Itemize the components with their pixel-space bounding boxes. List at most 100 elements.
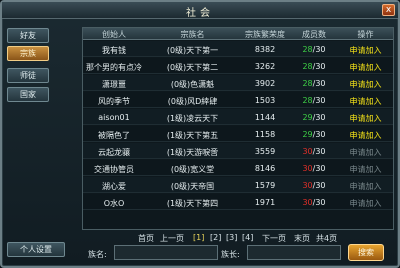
- founder-cell: 那个男的有点冷: [86, 63, 142, 72]
- member-count-cell: 28/30: [290, 45, 338, 54]
- apply-join-button[interactable]: 申请加入: [338, 62, 393, 73]
- search-button-label: 搜索: [358, 248, 374, 257]
- founder-cell: 交通协管员: [94, 165, 134, 174]
- page-link-3[interactable]: [3]: [226, 233, 237, 242]
- first-page-link[interactable]: 首页: [138, 233, 154, 244]
- apply-join-button[interactable]: 申请加入: [338, 79, 393, 90]
- close-button[interactable]: x: [382, 4, 395, 16]
- table-row[interactable]: aison01 (1级)凌云天下 1144 29/30 申请加入: [83, 109, 393, 125]
- nav-tab-friends[interactable]: 好友: [7, 28, 49, 43]
- clan-name-cell: (0级)色潇魁: [170, 80, 215, 89]
- table-row[interactable]: 风的季节 (0级)风D緈肆 1503 28/30 申请加入: [83, 92, 393, 108]
- last-page-link[interactable]: 末页: [294, 233, 310, 244]
- nav-tab-clan[interactable]: 宗族: [7, 46, 49, 61]
- founder-cell: aison01: [98, 113, 130, 122]
- member-capacity: 30: [315, 181, 326, 190]
- founder-cell: 被隔色了: [98, 131, 130, 140]
- apply-join-button[interactable]: 申请加入: [338, 96, 393, 107]
- member-count: 28: [302, 79, 313, 88]
- apply-join-button[interactable]: 申请加入: [338, 113, 393, 124]
- member-capacity: 30: [315, 198, 326, 207]
- table-row[interactable]: 我有钱 (0级)天下第一 8382 28/30 申请加入: [83, 41, 393, 57]
- table-row[interactable]: 交通协管员 (0级)宽义堂 8146 30/30 申请加入: [83, 160, 393, 176]
- member-capacity: 30: [315, 113, 326, 122]
- prosperity-cell: 8146: [254, 164, 276, 173]
- member-count-cell: 28/30: [290, 96, 338, 105]
- clan-window: 社会 x 好友 宗族 师徒 国家 个人设置 创始人 宗族名 宗族繁荣度 成员数 …: [0, 0, 400, 268]
- clan-name-label: 族名:: [88, 250, 107, 259]
- apply-join-button: 申请加入: [349, 182, 382, 191]
- apply-join-button: 申请加入: [349, 165, 382, 174]
- apply-join-button[interactable]: 申请加入: [338, 130, 393, 141]
- header-action: 操作: [357, 30, 374, 39]
- prosperity-cell: 3262: [254, 62, 276, 71]
- nav-tab-label: 国家: [20, 90, 36, 99]
- member-count: 28: [302, 45, 313, 54]
- member-count-cell: 28/30: [290, 79, 338, 88]
- nav-tab-label: 好友: [20, 31, 36, 40]
- prosperity-cell: 1971: [254, 198, 276, 207]
- apply-join-button: 申请加入: [349, 148, 382, 157]
- table-row[interactable]: 湖心爱 (0级)天帝国 1579 30/30 申请加入: [83, 177, 393, 193]
- member-capacity: 30: [315, 79, 326, 88]
- member-count: 28: [302, 96, 313, 105]
- total-pages: 共4页: [316, 234, 338, 243]
- search-button[interactable]: 搜索: [348, 244, 384, 261]
- member-count-cell: 30/30: [290, 147, 338, 156]
- prev-page-link[interactable]: 上一页: [160, 233, 184, 244]
- clan-name-input[interactable]: [114, 245, 218, 260]
- clan-name-cell: (0级)天帝国: [170, 182, 215, 191]
- clan-name-cell: (0级)天下第一: [166, 46, 219, 55]
- table-row[interactable]: 潇璟噩 (0级)色潇魁 3902 28/30 申请加入: [83, 75, 393, 91]
- table-row[interactable]: 被隔色了 (1级)天下第五 1158 29/30 申请加入: [83, 126, 393, 142]
- close-icon: x: [385, 5, 392, 15]
- personal-settings-button[interactable]: 个人设置: [7, 242, 65, 257]
- apply-join-button[interactable]: 申请加入: [338, 45, 393, 56]
- prosperity-cell: 1144: [254, 113, 276, 122]
- table-row[interactable]: O水O (1级)天下第四 1971 30/30 申请加入: [83, 194, 393, 210]
- table-row[interactable]: 云起龙骧 (1级)天游唳啻 3559 30/30 申请加入: [83, 143, 393, 159]
- member-count: 30: [302, 198, 313, 207]
- member-count: 28: [302, 62, 313, 71]
- member-count: 30: [302, 147, 313, 156]
- member-capacity: 30: [315, 45, 326, 54]
- founder-cell: 潇璟噩: [102, 80, 126, 89]
- header-prosperity: 宗族繁荣度: [245, 30, 285, 39]
- prosperity-cell: 8382: [254, 45, 276, 54]
- nav-tab-nation[interactable]: 国家: [7, 87, 49, 102]
- member-count-cell: 30/30: [290, 181, 338, 190]
- founder-cell: 我有钱: [102, 46, 126, 55]
- header-clan-name: 宗族名: [180, 30, 205, 39]
- clan-name-cell: (1级)天游唳啻: [166, 148, 219, 157]
- page-link-4[interactable]: [4]: [242, 233, 253, 242]
- header-founder: 创始人: [102, 30, 126, 39]
- member-capacity: 30: [315, 147, 326, 156]
- member-count: 30: [302, 181, 313, 190]
- prosperity-cell: 1503: [254, 96, 276, 105]
- clan-name-cell: (0级)风D緈肆: [167, 97, 218, 106]
- member-capacity: 30: [315, 62, 326, 71]
- title-bar[interactable]: 社会 x: [2, 2, 398, 19]
- clan-name-cell: (0级)天下第二: [166, 63, 219, 72]
- member-count-cell: 30/30: [290, 164, 338, 173]
- page-link-2[interactable]: [2]: [210, 233, 221, 242]
- pagination: 首页 上一页 [1] [2] [3] [4] 下一页 末页 共4页: [82, 233, 394, 245]
- window-title: 社会: [186, 8, 214, 19]
- founder-cell: 云起龙骧: [98, 148, 130, 157]
- clan-name-cell: (1级)天下第五: [166, 131, 219, 140]
- next-page-link[interactable]: 下一页: [262, 233, 286, 244]
- table-row[interactable]: 那个男的有点冷 (0级)天下第二 3262 28/30 申请加入: [83, 58, 393, 74]
- settings-label: 个人设置: [20, 245, 52, 254]
- table-header: 创始人 宗族名 宗族繁荣度 成员数 操作: [83, 28, 393, 40]
- page-link-1[interactable]: [1]: [193, 233, 204, 242]
- clan-name-cell: (1级)凌云天下: [166, 114, 219, 123]
- leader-input[interactable]: [247, 245, 341, 260]
- member-count-cell: 28/30: [290, 62, 338, 71]
- member-count-cell: 30/30: [290, 198, 338, 207]
- founder-cell: 湖心爱: [102, 182, 126, 191]
- member-capacity: 30: [315, 130, 326, 139]
- nav-tab-mentor[interactable]: 师徒: [7, 68, 49, 83]
- prosperity-cell: 1579: [254, 181, 276, 190]
- nav-tab-label: 师徒: [20, 71, 36, 80]
- clan-name-cell: (1级)天下第四: [166, 199, 219, 208]
